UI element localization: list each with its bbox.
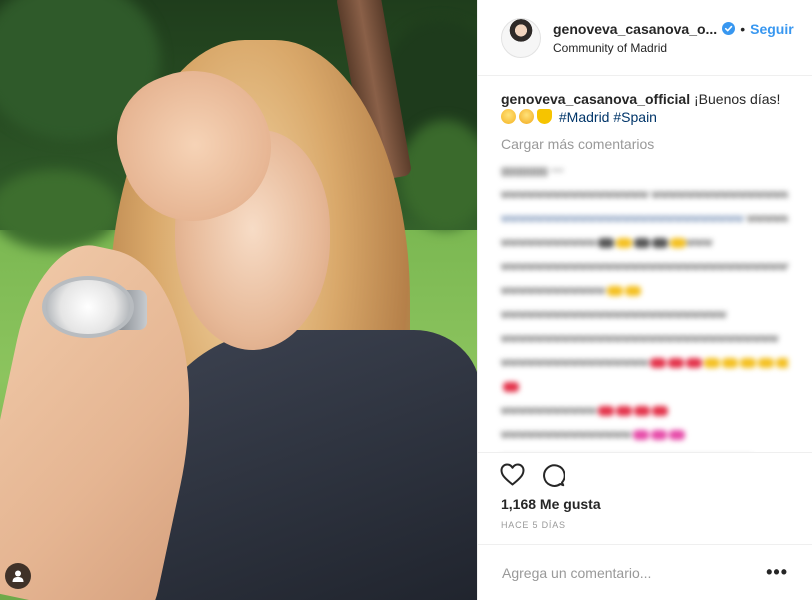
header-line: genoveva_casanova_o... • Seguir [553, 21, 796, 37]
comment-row: ggggggg ◦◦◦ [501, 163, 564, 177]
location-link[interactable]: Community of Madrid [553, 41, 796, 55]
comment-row: wwwwwwwwwwwwwwwwwwwwwwwwwwwwwwwwwwww [501, 259, 788, 273]
person-glyph [12, 570, 24, 582]
comment-icon[interactable] [541, 463, 565, 487]
hashtag-madrid[interactable]: #Madrid [559, 109, 610, 125]
comment-row: wwwwwwwwwwwwwwwwwwwwwwwwwwwwwwww [501, 331, 779, 345]
smiling-emoji [501, 109, 516, 124]
denim-shirt [150, 330, 477, 600]
heart-icon[interactable] [500, 463, 525, 486]
yellow-heart-emoji [537, 109, 552, 124]
separator-dot: • [740, 20, 746, 37]
verified-badge-icon [722, 22, 736, 35]
comment-row: wwwwwwwwwwwwwwwwwwwwwwwwwwww wwwwwwwww [501, 211, 788, 225]
comments-section: genoveva_casanova_official ¡Buenos días!… [478, 76, 812, 452]
more-options-button[interactable]: ••• [766, 562, 788, 583]
comment-row: wwwwwwwwwwww [501, 278, 788, 302]
wrist-watch [42, 276, 134, 338]
likes-count[interactable]: 1,168 Me gusta [478, 496, 812, 512]
comment-row: wwwwwwwwwwwwwwwwwwwwwwwwww [501, 307, 727, 321]
comment-row: wwwwwwwwwwwwwwwww wwwwwwwwwwwwwwwwww... [501, 187, 788, 201]
avatar[interactable] [501, 17, 541, 58]
header-text: genoveva_casanova_o... • Seguir Communit… [553, 21, 796, 55]
bush [400, 120, 477, 230]
grinning-emoji [519, 109, 534, 124]
follow-button[interactable]: Seguir [750, 21, 794, 37]
instagram-post: genoveva_casanova_o... • Seguir Communit… [0, 0, 812, 600]
hashtag-spain[interactable]: #Spain [613, 109, 657, 125]
comment-row: wwwwwwwwwwwwwww [501, 422, 788, 446]
comment-row [501, 374, 788, 398]
caption-text: ¡Buenos días! [694, 91, 781, 107]
add-comment-bar: ••• [478, 544, 812, 600]
comment-row: wwwwwwwwwwwwwwwwwwwwwwwwwwwww [501, 446, 788, 452]
post-header: genoveva_casanova_o... • Seguir Communit… [478, 0, 812, 76]
action-bar [478, 452, 812, 496]
author-username[interactable]: genoveva_casanova_o... [553, 21, 717, 37]
post-photo[interactable] [0, 0, 477, 600]
caption: genoveva_casanova_official ¡Buenos días!… [501, 90, 788, 126]
post-timestamp[interactable]: HACE 5 DÍAS [478, 512, 812, 544]
comment-input[interactable] [502, 564, 767, 581]
comment-row: wwwwwwwwwww www [501, 235, 713, 249]
blurred-comments: ggggggg ◦◦◦ wwwwwwwwwwwwwwwww wwwwwwwwww… [501, 158, 788, 452]
caption-username[interactable]: genoveva_casanova_official [501, 91, 690, 107]
post-side-panel: genoveva_casanova_o... • Seguir Communit… [477, 0, 812, 600]
comment-row: wwwwwwwwwww [501, 398, 788, 422]
user-tag-icon[interactable] [5, 563, 31, 589]
load-more-comments-link[interactable]: Cargar más comentarios [501, 136, 788, 152]
comment-row: wwwwwwwwwwwwwwwww [501, 350, 788, 374]
